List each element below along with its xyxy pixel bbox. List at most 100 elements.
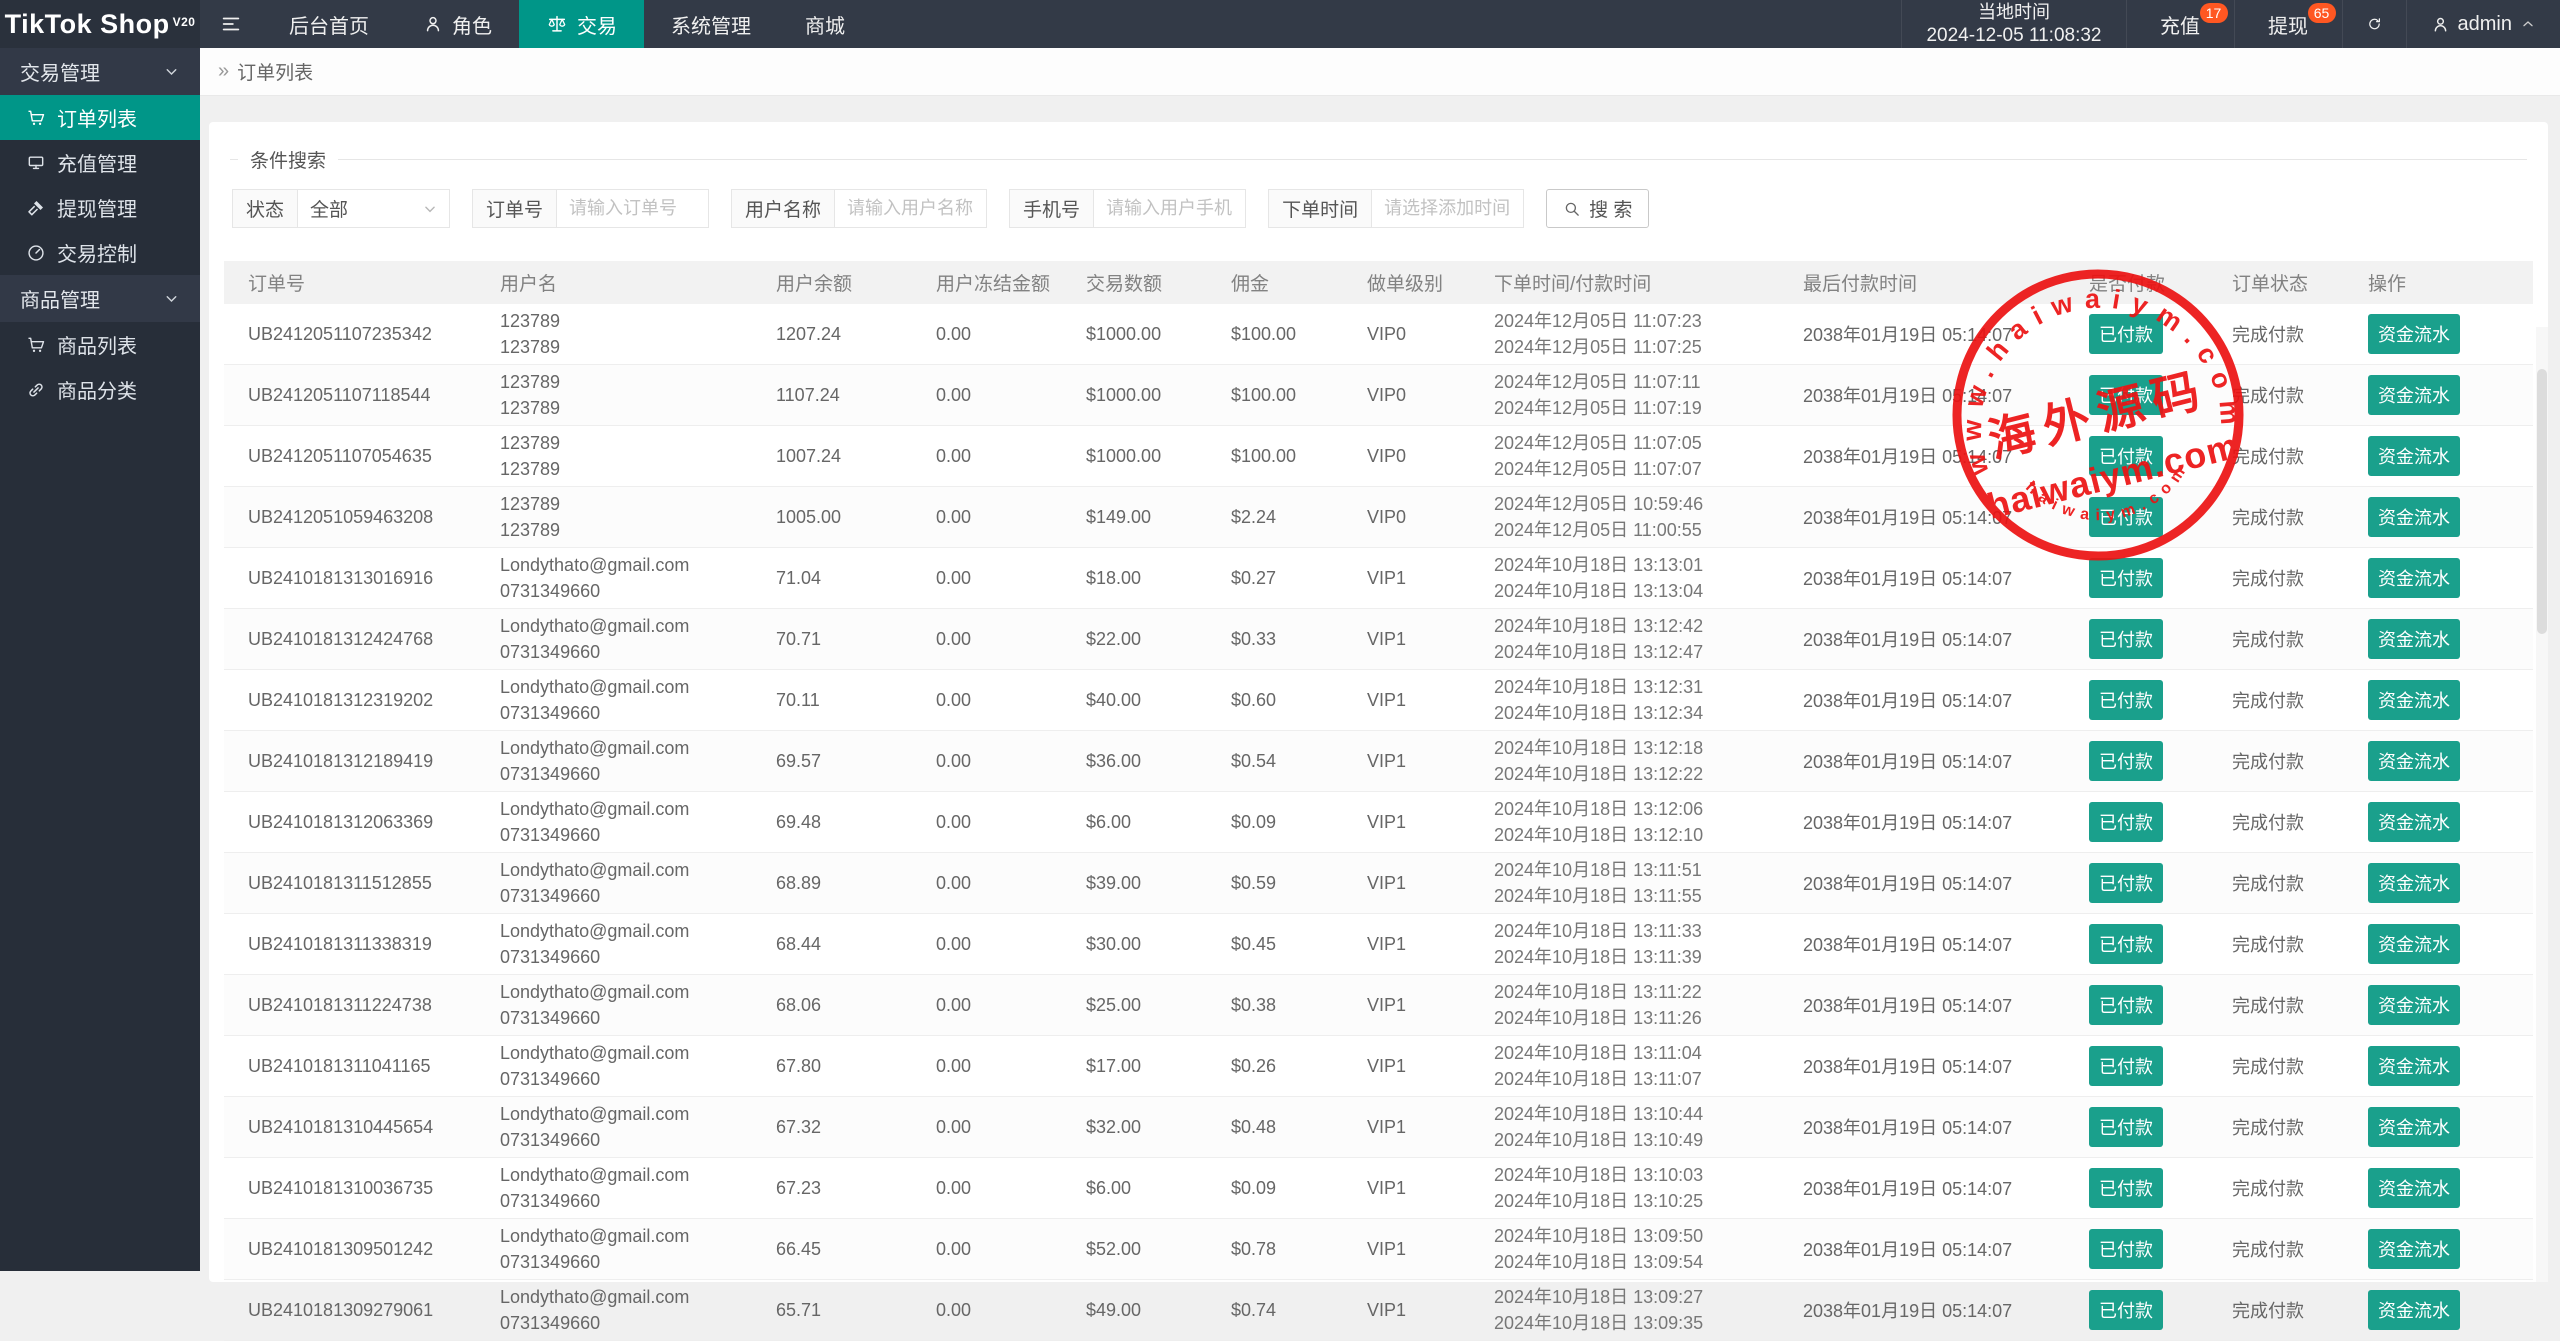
cell-username: Londythato@gmail.com 0731349660	[494, 792, 770, 853]
paid-status-button[interactable]: 已付款	[2089, 985, 2163, 1025]
sidebar-collapse-button[interactable]	[200, 0, 262, 48]
paid-status-button[interactable]: 已付款	[2089, 314, 2163, 354]
fund-flow-button[interactable]: 资金流水	[2368, 1168, 2460, 1208]
sidebar-item-withdraw[interactable]: 提现管理	[0, 185, 200, 230]
phone-input[interactable]	[1094, 189, 1246, 228]
cell-order-no: UB2412051107118544	[224, 365, 494, 426]
fund-flow-button[interactable]: 资金流水	[2368, 802, 2460, 842]
status-select[interactable]: 全部	[298, 189, 450, 228]
column-header: 订单号	[224, 261, 494, 304]
fund-flow-button[interactable]: 资金流水	[2368, 1229, 2460, 1269]
paid-status-button[interactable]: 已付款	[2089, 1290, 2163, 1330]
table-header-row: 订单号用户名用户余额用户冻结金额交易数额佣金做单级别下单时间/付款时间最后付款时…	[224, 261, 2533, 304]
sidebar-item-trade-control[interactable]: 交易控制	[0, 230, 200, 275]
cell-paid: 已付款	[2083, 1097, 2226, 1158]
cell-order-no: UB2410181311041165	[224, 1036, 494, 1097]
search-button[interactable]: 搜 索	[1546, 189, 1649, 228]
cell-action: 资金流水	[2362, 792, 2533, 853]
fund-flow-button[interactable]: 资金流水	[2368, 1107, 2460, 1147]
fund-flow-button[interactable]: 资金流水	[2368, 619, 2460, 659]
sidebar-item-goods-list[interactable]: 商品列表	[0, 322, 200, 367]
fund-flow-button[interactable]: 资金流水	[2368, 863, 2460, 903]
fund-flow-button[interactable]: 资金流水	[2368, 375, 2460, 415]
sidebar-item-goods-category[interactable]: 商品分类	[0, 367, 200, 412]
username-line1: Londythato@gmail.com	[500, 918, 764, 944]
paid-status-button[interactable]: 已付款	[2089, 863, 2163, 903]
cell-amount: $49.00	[1080, 1280, 1225, 1341]
paid-status-button[interactable]: 已付款	[2089, 375, 2163, 415]
scrollbar-thumb[interactable]	[2537, 369, 2547, 634]
sidebar-item-order-list[interactable]: 订单列表	[0, 95, 200, 140]
username-line2: 123789	[500, 395, 764, 421]
cell-action: 资金流水	[2362, 1219, 2533, 1280]
nav-item-trade[interactable]: 交易	[519, 0, 644, 48]
paid-status-button[interactable]: 已付款	[2089, 436, 2163, 476]
cell-balance: 68.44	[770, 914, 930, 975]
paid-status-button[interactable]: 已付款	[2089, 558, 2163, 598]
paid-status-button[interactable]: 已付款	[2089, 1107, 2163, 1147]
cell-paid: 已付款	[2083, 365, 2226, 426]
order-time: 2024年10月18日 13:09:50	[1494, 1223, 1791, 1249]
paid-status-button[interactable]: 已付款	[2089, 802, 2163, 842]
username-line1: Londythato@gmail.com	[500, 1162, 764, 1188]
cell-amount: $1000.00	[1080, 426, 1225, 487]
paid-status-button[interactable]: 已付款	[2089, 1229, 2163, 1269]
paid-status-button[interactable]: 已付款	[2089, 924, 2163, 964]
withdraw-icon	[26, 198, 46, 218]
paid-status-button[interactable]: 已付款	[2089, 497, 2163, 537]
fund-flow-button[interactable]: 资金流水	[2368, 924, 2460, 964]
username-line1: Londythato@gmail.com	[500, 1040, 764, 1066]
paid-status-button[interactable]: 已付款	[2089, 741, 2163, 781]
username-line2: 0731349660	[500, 822, 764, 848]
paid-status-button[interactable]: 已付款	[2089, 1046, 2163, 1086]
cell-balance: 65.71	[770, 1280, 930, 1341]
order-time: 2024年10月18日 13:12:06	[1494, 796, 1791, 822]
paid-status-button[interactable]: 已付款	[2089, 1168, 2163, 1208]
cell-paid: 已付款	[2083, 670, 2226, 731]
order-no-input[interactable]	[557, 189, 709, 228]
order-time: 2024年12月05日 11:07:23	[1494, 308, 1791, 334]
fund-flow-button[interactable]: 资金流水	[2368, 436, 2460, 476]
cell-paid: 已付款	[2083, 304, 2226, 365]
scales-icon	[546, 13, 568, 35]
cell-balance: 68.89	[770, 853, 930, 914]
sidebar-group-goods[interactable]: 商品管理	[0, 275, 200, 322]
sidebar-item-recharge[interactable]: 充值管理	[0, 140, 200, 185]
cell-action: 资金流水	[2362, 609, 2533, 670]
nav-item-mall[interactable]: 商城	[778, 0, 872, 48]
paid-status-button[interactable]: 已付款	[2089, 619, 2163, 659]
cell-order-pay-time: 2024年10月18日 13:11:51 2024年10月18日 13:11:5…	[1488, 853, 1797, 914]
refresh-button[interactable]	[2342, 0, 2406, 48]
fund-flow-button[interactable]: 资金流水	[2368, 741, 2460, 781]
sidebar-item-label: 商品列表	[57, 330, 137, 359]
cell-order-status: 完成付款	[2226, 609, 2362, 670]
fund-flow-button[interactable]: 资金流水	[2368, 1290, 2460, 1330]
cell-paid: 已付款	[2083, 914, 2226, 975]
fund-flow-button[interactable]: 资金流水	[2368, 497, 2460, 537]
local-time: 当地时间 2024-12-05 11:08:32	[1901, 0, 2125, 48]
nav-item-system[interactable]: 系统管理	[644, 0, 778, 48]
user-menu[interactable]: admin	[2406, 0, 2560, 48]
fund-flow-button[interactable]: 资金流水	[2368, 1046, 2460, 1086]
pay-time: 2024年10月18日 13:11:55	[1494, 883, 1791, 909]
table-scrollbar[interactable]	[2536, 327, 2548, 1282]
cell-frozen: 0.00	[930, 1158, 1080, 1219]
nav-item-roles[interactable]: 角色	[396, 0, 519, 48]
table-row: UB2410181312319202 Londythato@gmail.com …	[224, 670, 2533, 731]
username-input[interactable]	[835, 189, 987, 228]
fund-flow-button[interactable]: 资金流水	[2368, 680, 2460, 720]
fund-flow-button[interactable]: 资金流水	[2368, 558, 2460, 598]
fund-flow-button[interactable]: 资金流水	[2368, 985, 2460, 1025]
cell-action: 资金流水	[2362, 426, 2533, 487]
cell-balance: 70.71	[770, 609, 930, 670]
withdraw-shortcut[interactable]: 提现 65	[2234, 0, 2342, 48]
order-time-input[interactable]	[1372, 189, 1524, 228]
order-no-label: 订单号	[472, 189, 557, 228]
fund-flow-button[interactable]: 资金流水	[2368, 314, 2460, 354]
sidebar-group-trade[interactable]: 交易管理	[0, 48, 200, 95]
recharge-shortcut[interactable]: 充值 17	[2126, 0, 2234, 48]
nav-item-home[interactable]: 后台首页	[262, 0, 396, 48]
pay-time: 2024年10月18日 13:13:04	[1494, 578, 1791, 604]
cell-amount: $30.00	[1080, 914, 1225, 975]
paid-status-button[interactable]: 已付款	[2089, 680, 2163, 720]
